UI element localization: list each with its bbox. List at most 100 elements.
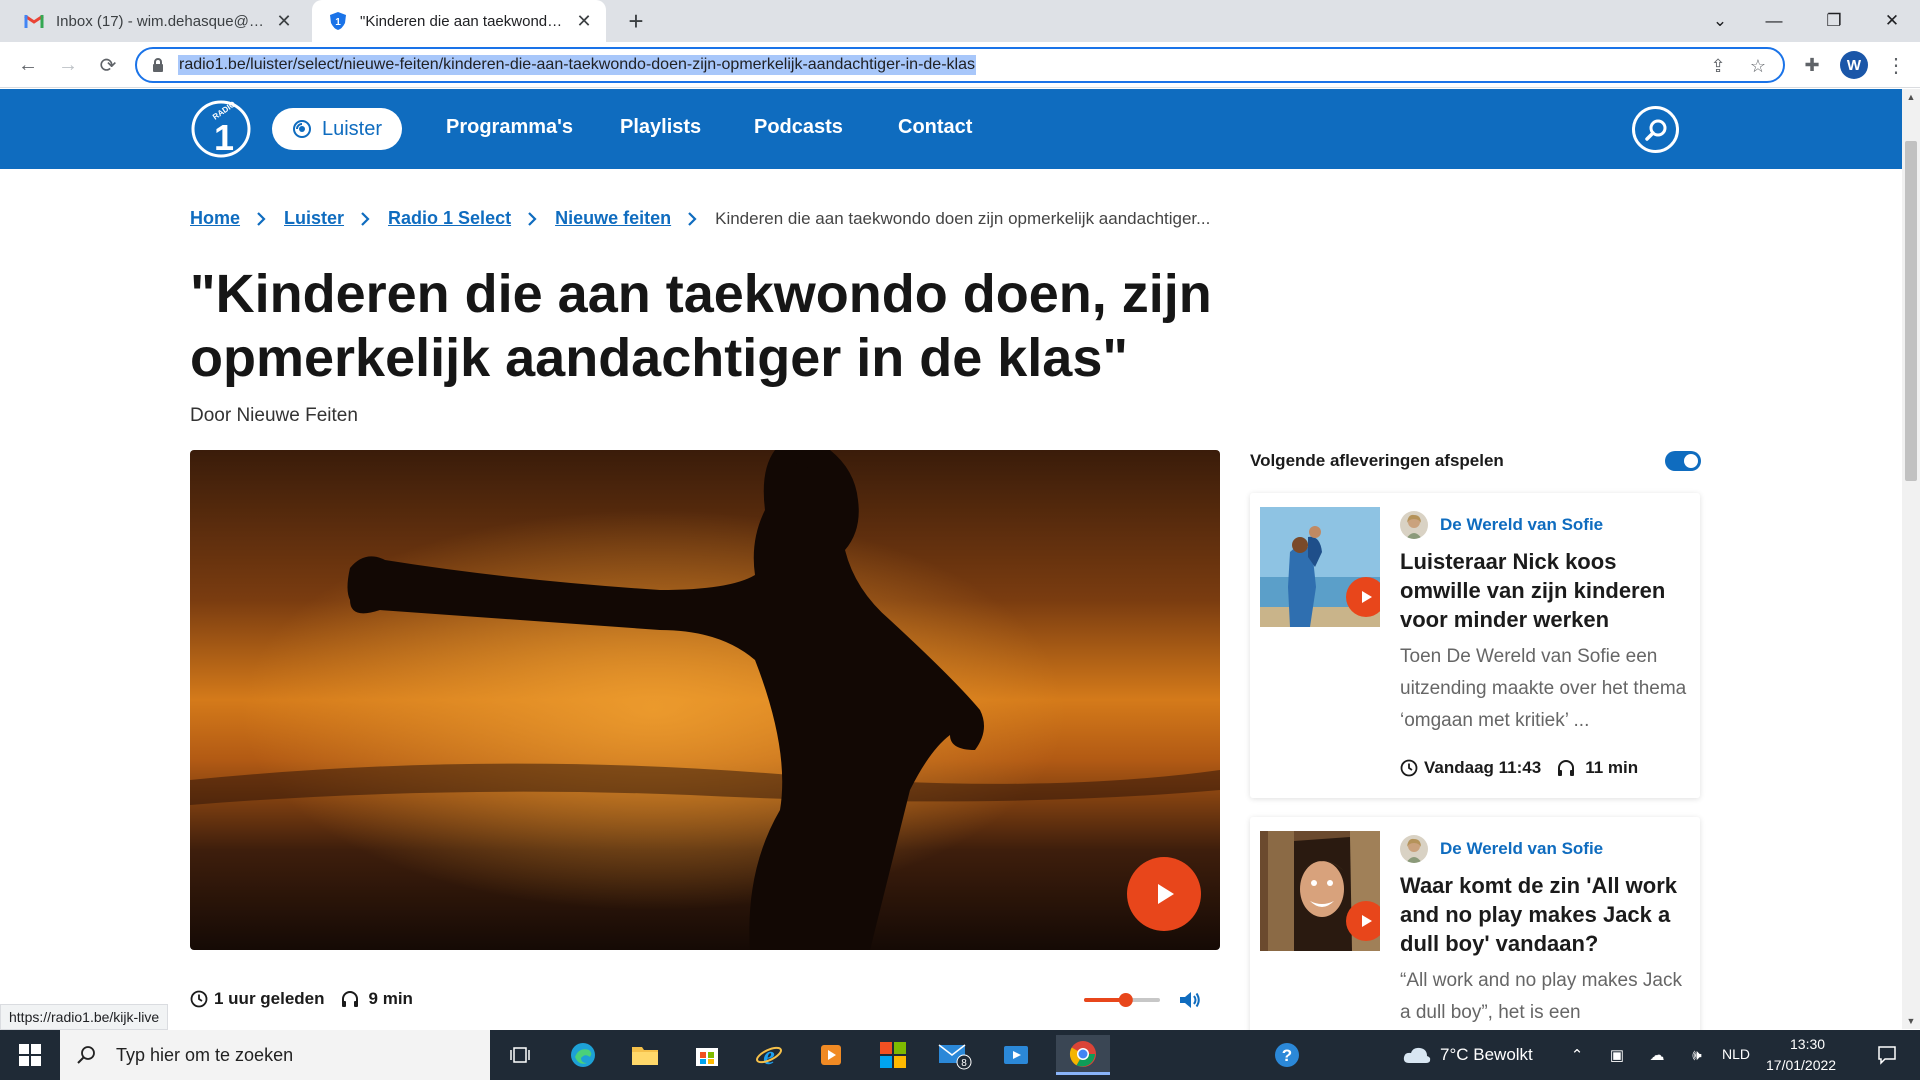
page-scrollbar[interactable]: ▲ ▼ — [1902, 89, 1920, 1029]
close-window-icon[interactable]: ✕ — [1864, 0, 1920, 42]
mail-icon[interactable]: 8 — [932, 1035, 978, 1075]
language-indicator[interactable]: NLD — [1722, 1046, 1750, 1062]
site-search-button[interactable] — [1632, 106, 1679, 153]
weather-text[interactable]: 7°C Bewolkt — [1440, 1045, 1533, 1065]
radio1-shield-icon: 1 — [328, 11, 348, 31]
breadcrumb-home[interactable]: Home — [190, 208, 240, 229]
notifications-icon[interactable] — [1876, 1044, 1898, 1066]
episode-card[interactable]: De Wereld van Sofie Waar komt de zin 'Al… — [1250, 817, 1700, 1047]
profile-avatar[interactable]: W — [1840, 51, 1868, 79]
program-name[interactable]: De Wereld van Sofie — [1440, 515, 1603, 535]
back-icon[interactable]: ← — [12, 49, 44, 81]
forward-icon[interactable]: → — [52, 49, 84, 81]
program-avatar — [1400, 835, 1428, 863]
task-view-icon[interactable] — [498, 1035, 544, 1075]
office-apps-icon[interactable] — [870, 1035, 916, 1075]
clock-date[interactable]: 17/01/2022 — [1766, 1057, 1836, 1073]
restore-icon[interactable]: ❐ — [1806, 0, 1862, 42]
autoplay-heading: Volgende afleveringen afspelen — [1250, 451, 1504, 470]
breadcrumb-current: Kinderen die aan taekwondo doen zijn opm… — [715, 208, 1211, 228]
address-toolbar: ← → ⟳ radio1.be/luister/select/nieuwe-fe… — [0, 42, 1920, 88]
breadcrumb-nieuwe-feiten[interactable]: Nieuwe feiten — [555, 208, 671, 229]
play-button[interactable] — [1127, 857, 1201, 931]
program-name[interactable]: De Wereld van Sofie — [1440, 839, 1603, 859]
play-icon — [1158, 884, 1174, 904]
search-icon — [77, 1046, 95, 1064]
episode-thumbnail[interactable] — [1260, 831, 1380, 951]
play-button[interactable] — [1346, 901, 1380, 941]
clock-time[interactable]: 13:30 — [1790, 1036, 1825, 1052]
episode-thumbnail[interactable] — [1260, 507, 1380, 627]
episode-title[interactable]: Luisteraar Nick koos omwille van zijn ki… — [1400, 547, 1685, 634]
episode-title[interactable]: Waar komt de zin 'All work and no play m… — [1400, 871, 1685, 958]
hero-image[interactable] — [190, 450, 1220, 950]
breadcrumb-radio1-select[interactable]: Radio 1 Select — [388, 208, 511, 229]
tab-title: "Kinderen die aan taekwondo doen, zijn o… — [360, 12, 572, 30]
file-explorer-icon[interactable] — [622, 1035, 668, 1075]
scroll-down-icon[interactable]: ▼ — [1902, 1013, 1920, 1029]
chevron-right-icon — [360, 211, 370, 227]
breadcrumb-luister[interactable]: Luister — [284, 208, 344, 229]
page-title: "Kinderen die aan taekwondo doen, zijn o… — [190, 264, 1212, 388]
svg-text:1: 1 — [214, 117, 234, 158]
help-icon[interactable]: ? — [1264, 1035, 1310, 1075]
new-tab-icon[interactable]: + — [622, 6, 650, 36]
store-icon[interactable] — [684, 1035, 730, 1075]
share-icon[interactable]: ⇪ — [1707, 55, 1729, 77]
play-button[interactable] — [1346, 577, 1380, 617]
radio1-logo[interactable]: RADIO 1 — [190, 100, 252, 158]
volume-slider[interactable] — [1084, 990, 1164, 1010]
program-row: De Wereld van Sofie — [1400, 835, 1603, 863]
minimize-icon[interactable]: — — [1746, 0, 1802, 42]
episode-card[interactable]: De Wereld van Sofie Luisteraar Nick koos… — [1250, 493, 1700, 798]
chevron-up-icon[interactable]: ⌃ — [1566, 1044, 1588, 1066]
extensions-puzzle-icon[interactable]: ✚ — [1800, 53, 1824, 77]
scroll-up-icon[interactable]: ▲ — [1902, 89, 1920, 105]
scrollbar-thumb[interactable] — [1905, 141, 1917, 481]
internet-explorer-icon[interactable]: e — [746, 1035, 792, 1075]
play-icon — [1362, 915, 1372, 927]
clock-icon — [190, 990, 208, 1008]
tab-gmail[interactable]: Inbox (17) - wim.dehasque@gmail.com ✕ — [8, 0, 306, 42]
speaker-icon[interactable]: 🕪 — [1686, 1044, 1708, 1066]
chevron-right-icon — [256, 211, 266, 227]
reload-icon[interactable]: ⟳ — [92, 49, 124, 81]
volume-icon[interactable] — [1178, 989, 1202, 1011]
lock-icon[interactable] — [151, 57, 167, 73]
url-text[interactable]: radio1.be/luister/select/nieuwe-feiten/k… — [178, 55, 976, 75]
nav-contact[interactable]: Contact — [898, 116, 972, 139]
nav-podcasts[interactable]: Podcasts — [754, 116, 843, 139]
luister-button[interactable]: Luister — [272, 108, 402, 150]
bookmark-star-icon[interactable]: ☆ — [1747, 55, 1769, 77]
media-player-icon[interactable] — [808, 1035, 854, 1075]
windows-start-icon[interactable] — [0, 1030, 60, 1080]
tab-search-chevron-icon[interactable]: ⌄ — [1692, 0, 1748, 42]
search-icon — [1644, 119, 1666, 141]
headphones-icon — [1558, 760, 1575, 776]
edge-icon[interactable] — [560, 1035, 606, 1075]
close-tab-icon[interactable]: ✕ — [572, 9, 596, 33]
meet-now-icon[interactable]: ▣ — [1606, 1044, 1628, 1066]
nav-playlists[interactable]: Playlists — [620, 116, 701, 139]
chrome-icon[interactable] — [1056, 1035, 1110, 1075]
chevron-right-icon — [527, 211, 537, 227]
luister-label: Luister — [321, 117, 383, 140]
program-avatar — [1400, 511, 1428, 539]
address-bar[interactable]: radio1.be/luister/select/nieuwe-feiten/k… — [135, 47, 1785, 83]
windows-taskbar: Typ hier om te zoeken e 8 ? 7°C Bewolkt … — [0, 1030, 1920, 1080]
browser-menu-icon[interactable]: ⋮ — [1882, 51, 1910, 79]
taskbar-search-box[interactable]: Typ hier om te zoeken — [60, 1030, 490, 1080]
play-icon — [1362, 591, 1372, 603]
episode-time: Vandaag 11:43 — [1424, 758, 1542, 777]
close-tab-icon[interactable]: ✕ — [272, 9, 296, 33]
gmail-icon — [24, 11, 44, 31]
cloudy-weather-icon[interactable] — [1402, 1044, 1432, 1066]
autoplay-toggle[interactable] — [1665, 451, 1701, 471]
onedrive-cloud-icon[interactable]: ☁ — [1646, 1044, 1668, 1066]
nav-programmas[interactable]: Programma's — [446, 116, 573, 139]
tab-radio1-article[interactable]: 1 "Kinderen die aan taekwondo doen, zijn… — [312, 0, 606, 42]
chevron-right-icon — [687, 211, 697, 227]
episode-duration: 9 min — [368, 989, 413, 1008]
svg-text:?: ? — [1282, 1046, 1292, 1065]
video-editor-icon[interactable] — [994, 1035, 1040, 1075]
